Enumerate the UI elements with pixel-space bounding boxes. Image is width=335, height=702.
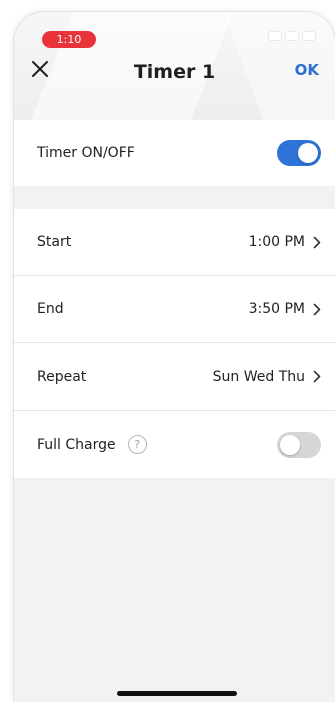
full-charge-label-group: Full Charge ? bbox=[37, 435, 277, 454]
status-icons bbox=[269, 32, 315, 40]
repeat-value-group[interactable]: Sun Wed Thu bbox=[213, 369, 321, 385]
start-row[interactable]: Start 1:00 PM bbox=[14, 209, 335, 275]
header-bar: 1:10 Timer 1 OK bbox=[14, 12, 335, 132]
chevron-right-icon bbox=[313, 370, 321, 383]
phone-screen: 1:10 Timer 1 OK Timer ON/OFF Start 1:00 … bbox=[14, 12, 335, 702]
chevron-right-icon bbox=[313, 236, 321, 248]
end-value: 3:50 PM bbox=[248, 301, 305, 317]
signal-icon bbox=[269, 32, 281, 40]
full-charge-label: Full Charge bbox=[37, 436, 116, 453]
repeat-row[interactable]: Repeat Sun Wed Thu bbox=[14, 343, 335, 410]
timer-toggle-row: Timer ON/OFF bbox=[14, 120, 335, 186]
toggle-knob bbox=[298, 143, 318, 163]
end-row[interactable]: End 3:50 PM bbox=[14, 276, 335, 342]
repeat-value: Sun Wed Thu bbox=[212, 368, 305, 385]
start-value: 1:00 PM bbox=[248, 234, 305, 250]
end-label: End bbox=[37, 301, 64, 317]
status-time: 1:10 bbox=[42, 31, 96, 48]
wifi-icon bbox=[286, 32, 298, 40]
start-label: Start bbox=[37, 234, 72, 250]
battery-icon bbox=[303, 32, 315, 40]
chevron-right-icon bbox=[313, 303, 321, 315]
toggle-knob bbox=[280, 434, 300, 455]
end-value-group[interactable]: 3:50 PM bbox=[249, 301, 321, 317]
timer-toggle-label: Timer ON/OFF bbox=[37, 145, 135, 161]
home-indicator bbox=[117, 691, 237, 696]
help-icon[interactable]: ? bbox=[127, 435, 147, 454]
ok-button[interactable]: OK bbox=[295, 61, 319, 79]
full-charge-row: Full Charge ? bbox=[14, 411, 335, 478]
start-value-group[interactable]: 1:00 PM bbox=[249, 234, 321, 250]
repeat-label: Repeat bbox=[37, 368, 87, 385]
full-charge-toggle-switch[interactable] bbox=[277, 431, 321, 458]
timer-toggle-switch[interactable] bbox=[277, 140, 321, 166]
page-title: Timer 1 bbox=[133, 61, 216, 83]
